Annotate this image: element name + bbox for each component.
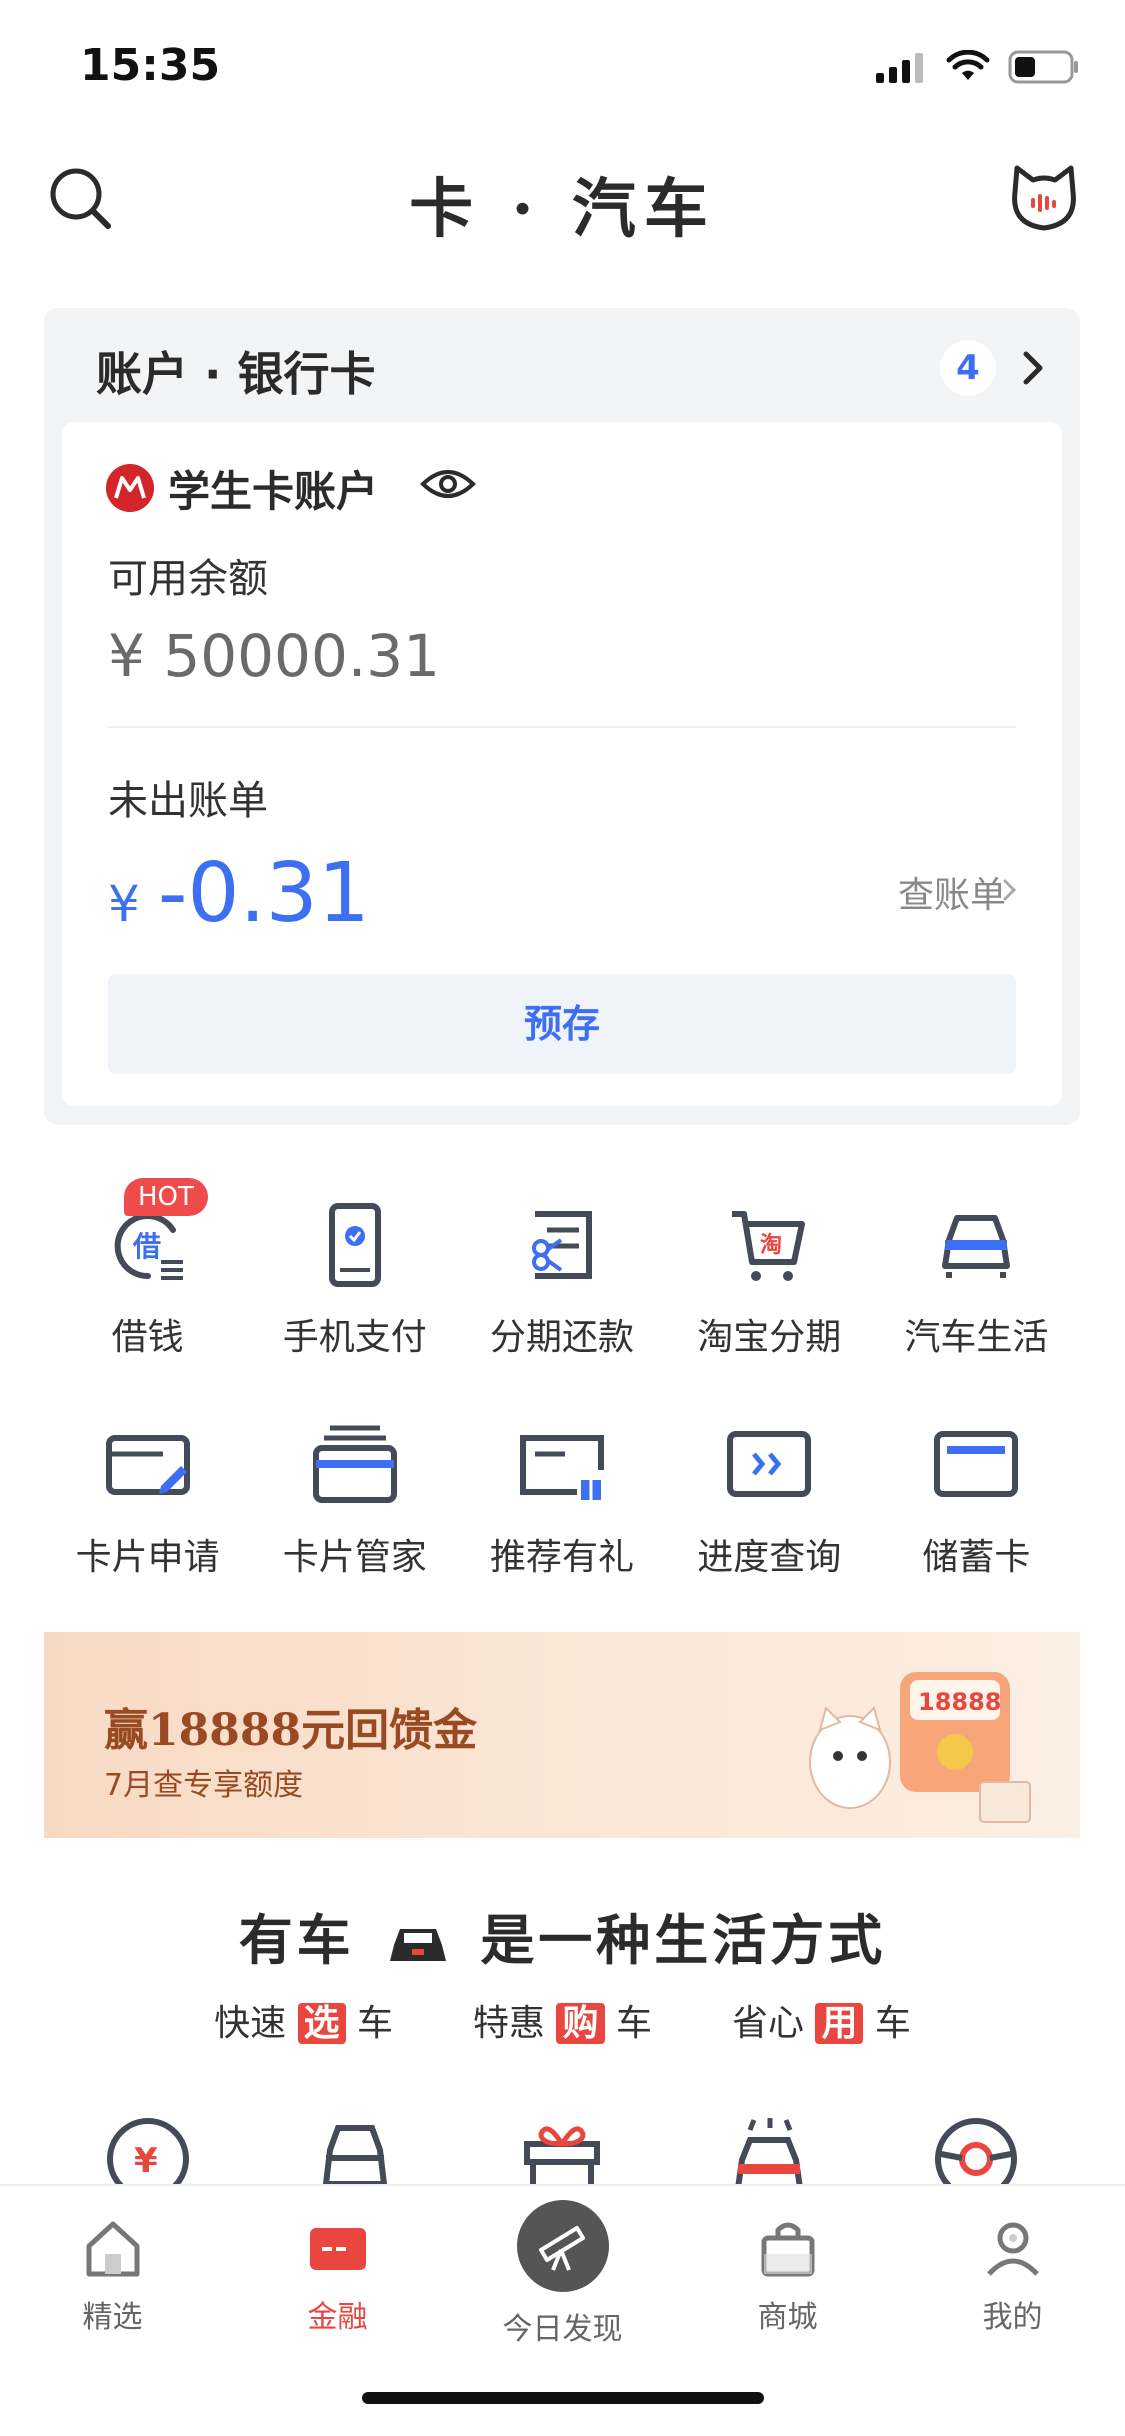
status-time: 15:35 xyxy=(80,40,221,91)
service-label: 借钱 xyxy=(111,1317,184,1358)
svg-text:¥: ¥ xyxy=(134,2141,158,2181)
taobao-cart-icon: 淘 xyxy=(732,1211,806,1281)
promo-banner[interactable]: 赢18888元回馈金 7月查专享额度 18888 xyxy=(44,1632,1080,1838)
service-progress[interactable]: 进度查询 xyxy=(666,1420,873,1580)
service-car-life[interactable]: 汽车生活 xyxy=(873,1200,1080,1360)
nav-bar: 卡 · 汽车 xyxy=(0,140,1125,260)
home-icon xyxy=(86,2221,139,2277)
service-phone-pay[interactable]: 手机支付 xyxy=(251,1200,458,1360)
account-card: 学生卡账户 可用余额 ¥ 50000.31 未出账单 ¥ -0.31 查账单 预存 xyxy=(62,422,1062,1106)
service-label: 淘宝分期 xyxy=(697,1317,842,1358)
service-debit-card[interactable]: 储蓄卡 xyxy=(873,1420,1080,1580)
service-label: 分期还款 xyxy=(490,1317,635,1358)
tag-buy-car[interactable]: 特惠 购 车 xyxy=(473,1994,652,2046)
divider xyxy=(108,726,1016,728)
tab-mall[interactable]: 商城 xyxy=(675,2186,900,2348)
hot-badge: HOT xyxy=(124,1178,208,1216)
account-count-badge: 4 xyxy=(940,340,996,396)
services-grid-row-1: HOT 借 借钱 手机支付 分期还款 淘 淘宝分期 汽车生活 xyxy=(44,1178,1080,1360)
tag-choose-car[interactable]: 快速 选 车 xyxy=(214,1994,393,2046)
tab-label: 我的 xyxy=(982,2300,1043,2335)
service-taobao[interactable]: 淘 淘宝分期 xyxy=(666,1200,873,1360)
profile-icon xyxy=(986,2222,1039,2276)
svg-text:借: 借 xyxy=(132,1230,161,1263)
tab-label: 今日发现 xyxy=(502,2312,623,2347)
car-section-title: 有车 是一种生活方式 xyxy=(0,1896,1125,1975)
service-label: 进度查询 xyxy=(697,1537,842,1578)
account-panel: 账户 · 银行卡 4 学生卡账户 可用余额 ¥ 50000.31 未出账单 ¥ -… xyxy=(44,308,1080,1125)
bank-logo-icon xyxy=(106,464,154,512)
promo-art-text: 18888 xyxy=(918,1688,1002,1716)
service-label: 卡片管家 xyxy=(282,1537,427,1578)
installment-icon xyxy=(532,1211,592,1279)
car-icon xyxy=(389,1928,446,1961)
card-manager-icon xyxy=(312,1425,397,1503)
car-title-left: 有车 xyxy=(238,1908,355,1972)
phone-pay-icon xyxy=(328,1203,381,1287)
tab-label: 商城 xyxy=(757,2300,818,2335)
promo-mascot-illustration: 18888 xyxy=(809,1672,1031,1823)
car-title-right: 是一种生活方式 xyxy=(480,1908,887,1972)
car-icon xyxy=(942,1215,1011,1278)
view-bill-link[interactable]: 查账单 xyxy=(898,866,1006,918)
service-referral[interactable]: 推荐有礼 xyxy=(458,1420,665,1580)
service-label: 卡片申请 xyxy=(75,1537,220,1578)
referral-icon xyxy=(520,1435,604,1502)
status-icons xyxy=(876,50,1080,84)
unbilled-amount: -0.31 xyxy=(157,846,370,941)
unbilled-label: 未出账单 xyxy=(108,778,268,824)
card-icon xyxy=(309,2228,366,2270)
service-label: 手机支付 xyxy=(282,1317,427,1358)
tag-use-car[interactable]: 省心 用 车 xyxy=(732,1994,911,2046)
telescope-icon xyxy=(538,2226,585,2271)
page-title: 卡 · 汽车 xyxy=(409,172,716,247)
bag-icon xyxy=(761,2222,814,2277)
tab-discover[interactable]: 今日发现 xyxy=(450,2186,675,2348)
car-section-tags: 快速 选 车 特惠 购 车 省心 用 车 xyxy=(0,1994,1125,2046)
service-installment[interactable]: 分期还款 xyxy=(458,1200,665,1360)
tab-finance[interactable]: 金融 xyxy=(225,2186,450,2348)
eye-icon[interactable] xyxy=(420,466,476,502)
services-grid-row-2: 卡片申请 卡片管家 推荐有礼 进度查询 储蓄卡 xyxy=(44,1420,1080,1580)
tab-mine[interactable]: 我的 xyxy=(900,2186,1125,2348)
card-name: 学生卡账户 xyxy=(168,467,379,516)
tab-label: 精选 xyxy=(82,2300,143,2335)
unbilled-value: ¥ -0.31 xyxy=(108,846,370,941)
mascot-cat-icon[interactable] xyxy=(1007,162,1081,236)
chevron-right-icon[interactable] xyxy=(1018,350,1046,386)
service-borrow[interactable]: HOT 借 借钱 xyxy=(44,1178,251,1360)
tab-featured[interactable]: 精选 xyxy=(0,2186,225,2348)
signal-icon xyxy=(876,53,923,83)
home-indicator[interactable] xyxy=(362,2392,764,2404)
deposit-button[interactable]: 预存 xyxy=(108,974,1016,1074)
service-label: 储蓄卡 xyxy=(922,1537,1031,1578)
service-card-manager[interactable]: 卡片管家 xyxy=(251,1420,458,1580)
promo-title: 赢18888元回馈金 xyxy=(104,1705,478,1756)
status-bar: 15:35 xyxy=(0,0,1125,132)
service-label: 推荐有礼 xyxy=(490,1537,635,1578)
progress-icon xyxy=(727,1431,812,1497)
account-header[interactable]: 账户 · 银行卡 xyxy=(96,338,376,404)
battery-icon xyxy=(1008,50,1078,84)
chevron-right-icon[interactable] xyxy=(1002,878,1018,902)
service-card-apply[interactable]: 卡片申请 xyxy=(44,1420,251,1580)
promo-subtitle: 7月查专享额度 xyxy=(104,1768,304,1803)
view-bill-label: 查账单 xyxy=(897,875,1006,916)
debit-card-icon xyxy=(934,1431,1019,1497)
currency-symbol: ¥ xyxy=(108,875,140,933)
wifi-icon xyxy=(946,50,990,80)
card-apply-icon xyxy=(105,1435,190,1495)
discover-circle xyxy=(516,2200,609,2292)
svg-text:淘: 淘 xyxy=(760,1232,782,1258)
available-balance-value: ¥ 50000.31 xyxy=(108,622,441,690)
tab-label: 金融 xyxy=(307,2300,368,2335)
available-balance-label: 可用余额 xyxy=(108,556,268,602)
service-label: 汽车生活 xyxy=(904,1317,1049,1358)
